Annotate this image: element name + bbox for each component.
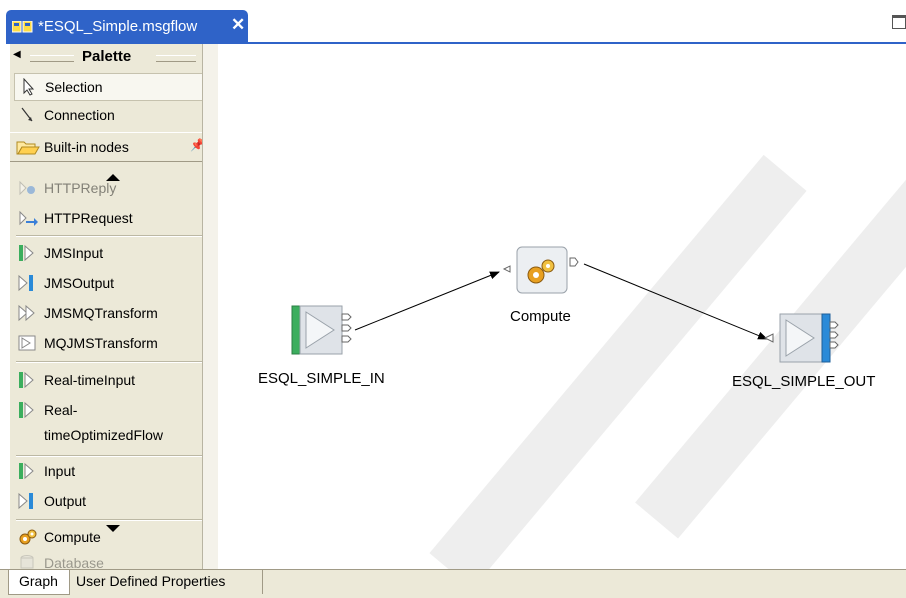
connection-compute-to-out <box>583 263 768 340</box>
connection-in-to-compute <box>354 271 500 331</box>
tab-user-defined-properties[interactable]: User Defined Properties <box>70 570 263 594</box>
jmsmqtransform-node-icon <box>18 304 35 322</box>
maximize-icon[interactable] <box>892 15 906 29</box>
node-label-output[interactable]: ESQL_SIMPLE_OUT <box>732 373 875 390</box>
palette-node-label: Real-timeInput <box>44 372 136 388</box>
jmsoutput-node-icon <box>18 274 33 292</box>
palette-node-label: HTTPReply <box>44 180 117 196</box>
connection-arrow-icon <box>21 107 33 122</box>
input-node-icon <box>19 462 34 480</box>
palette-grip-left[interactable] <box>30 55 74 62</box>
flow-canvas[interactable]: ESQL_SIMPLE_IN Compute ESQL_SIMPLE_OUT <box>218 44 906 590</box>
palette-node-label: JMSMQTransform <box>44 305 158 321</box>
tab-udp-label: User Defined Properties <box>76 573 226 589</box>
palette-scrollbar[interactable] <box>202 44 219 569</box>
editor-tab-bar: *ESQL_Simple.msgflow ✕ <box>0 0 906 44</box>
arrow-pointer-icon <box>23 78 35 96</box>
palette-grip-right[interactable] <box>156 55 196 62</box>
palette-separator <box>16 361 206 363</box>
httprequest-node-icon <box>19 210 38 226</box>
palette-node-label: HTTPRequest <box>44 210 133 226</box>
palette-node-label: JMSInput <box>44 245 104 261</box>
palette: ◀ Palette Selection Connection Built-in … <box>10 44 211 569</box>
flow-node-esql-simple-in <box>291 305 352 355</box>
palette-separator <box>16 235 206 237</box>
database-icon <box>20 555 34 569</box>
palette-node-label: Output <box>44 493 87 509</box>
mqjmstransform-node-icon <box>18 335 36 351</box>
folder-open-icon <box>16 141 40 155</box>
tab-graph[interactable]: Graph <box>8 570 70 595</box>
palette-separator <box>16 519 206 521</box>
palette-node-label: Real- <box>44 402 78 418</box>
flow-node-esql-simple-out <box>763 313 839 363</box>
output-node-icon <box>18 492 33 510</box>
drawer-label: Built-in nodes <box>44 139 129 155</box>
palette-title: Palette <box>82 48 132 65</box>
close-icon[interactable]: ✕ <box>231 15 245 35</box>
node-label-compute[interactable]: Compute <box>510 308 571 325</box>
editor-tab-title: *ESQL_Simple.msgflow <box>38 18 198 35</box>
palette-tool-connection[interactable]: Connection <box>14 102 206 128</box>
tab-graph-label: Graph <box>19 573 58 589</box>
realtimeinput-node-icon <box>19 371 34 389</box>
palette-separator <box>16 455 206 457</box>
flow-node-compute <box>502 246 579 294</box>
palette-node-label-continued: timeOptimizedFlow <box>44 427 164 443</box>
editor-bottom-tabs: Graph User Defined Properties <box>0 569 906 598</box>
scroll-down-arrow-icon[interactable] <box>106 525 120 532</box>
palette-tool-label: Selection <box>45 79 103 95</box>
palette-node-label: Input <box>44 463 76 479</box>
gears-icon <box>19 529 37 545</box>
palette-tool-selection[interactable]: Selection <box>14 73 208 101</box>
palette-node-label: Database <box>44 555 104 569</box>
palette-node-label: Compute <box>44 529 101 545</box>
node-label-input[interactable]: ESQL_SIMPLE_IN <box>258 370 385 387</box>
realtimeoptimizedflow-node-icon <box>19 401 34 419</box>
palette-tool-label: Connection <box>44 107 115 123</box>
collapse-left-icon[interactable]: ◀ <box>13 49 21 60</box>
palette-node-label: JMSOutput <box>44 275 115 291</box>
editor-tab[interactable]: *ESQL_Simple.msgflow ✕ <box>6 10 248 44</box>
palette-drawer-builtin-nodes[interactable]: Built-in nodes 📌 <box>10 132 210 162</box>
httpreply-node-icon <box>19 180 35 196</box>
palette-header[interactable]: ◀ Palette <box>10 46 210 68</box>
jmsinput-node-icon <box>19 244 34 262</box>
flow-diagram <box>291 246 839 363</box>
palette-node-label: MQJMSTransform <box>44 335 158 351</box>
msgflow-file-icon <box>12 21 33 33</box>
